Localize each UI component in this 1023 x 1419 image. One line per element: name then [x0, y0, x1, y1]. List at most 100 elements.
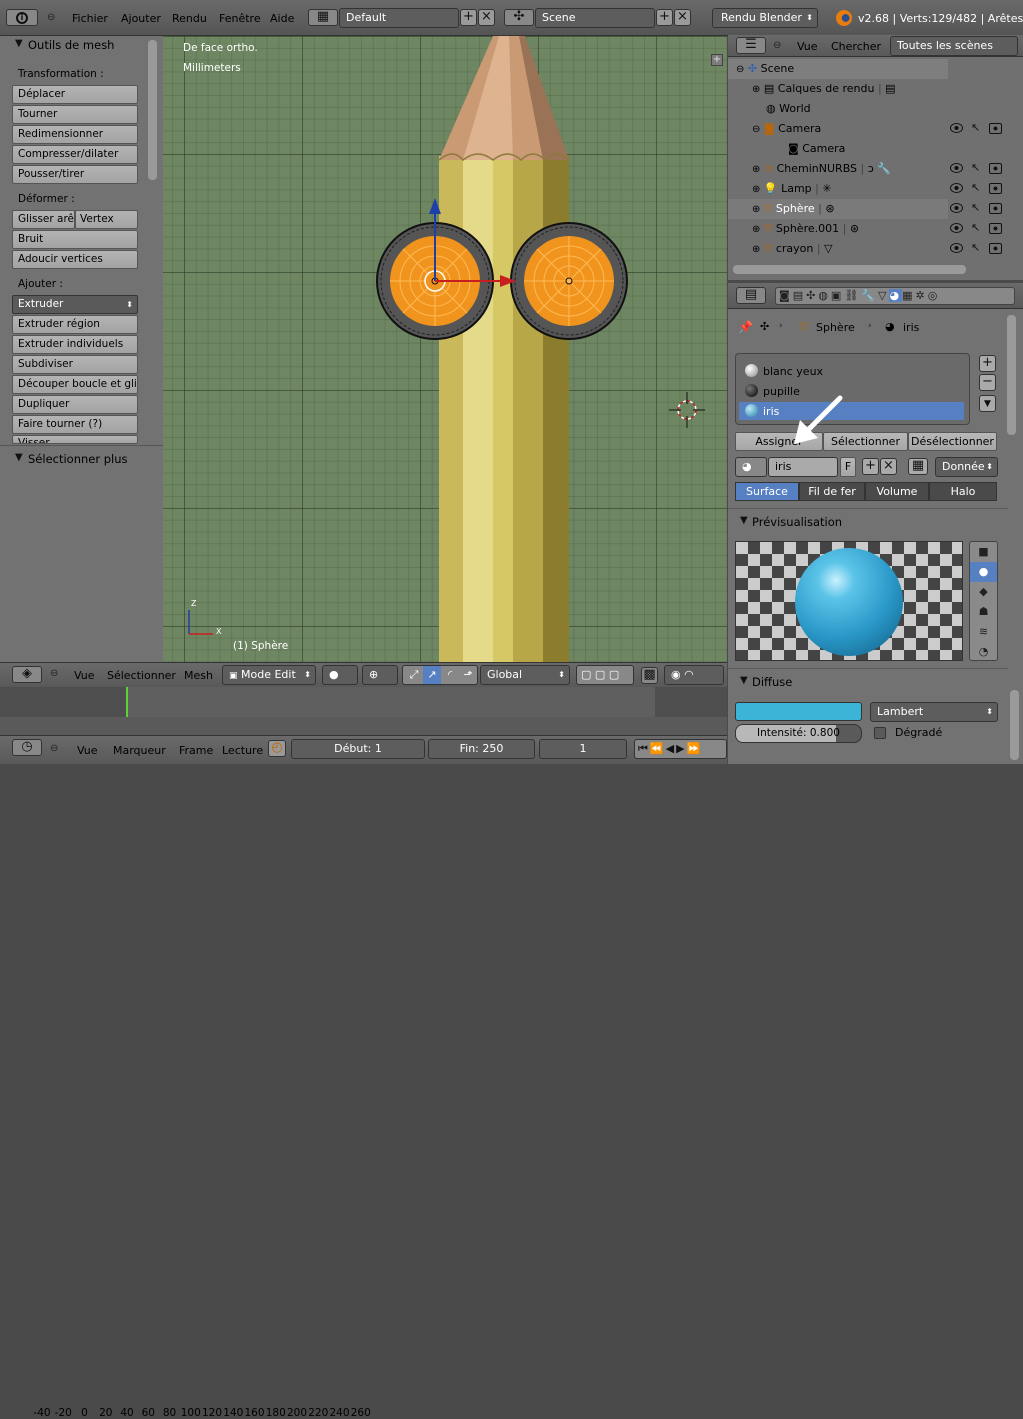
expand-triangle-icon[interactable]: ▼: [15, 452, 23, 463]
mode-select[interactable]: ▣ Mode Edit ⬍: [222, 665, 316, 685]
selectable-arrow-icon[interactable]: ↖: [971, 161, 980, 174]
outliner-row-render-layers[interactable]: ⊕ ▤ Calques de rendu | ▤: [752, 79, 1023, 99]
timeline[interactable]: -40 -20 0 20 40 60 80 100 120 140 160 180 200 220 240 2…: [0, 687, 727, 1419]
editor-type-timeline-button[interactable]: ◷: [12, 739, 42, 756]
noise-button[interactable]: Bruit: [12, 230, 138, 249]
collapse-menu-icon[interactable]: ⊖: [50, 743, 58, 754]
properties-context-tabs[interactable]: ◙▤✣◍▣⛓🔧▽◕▦✲◎: [775, 287, 1015, 305]
proportional-edit-select[interactable]: ◉ ◠: [664, 665, 724, 685]
renderable-camera-icon[interactable]: [989, 123, 1002, 134]
tab-surface[interactable]: Surface: [735, 482, 799, 501]
play-icon[interactable]: ▶: [676, 742, 686, 755]
expand-triangle-icon[interactable]: ▼: [740, 515, 748, 526]
occlude-geometry-button[interactable]: ▩: [641, 667, 658, 684]
extrude-region-button[interactable]: Extruder région: [12, 315, 138, 334]
collapse-menu-icon[interactable]: ⊖: [50, 668, 58, 679]
outliner-row-lamp[interactable]: ⊕ 💡 Lamp | ✳: [752, 179, 1023, 199]
vertex-select-icon[interactable]: ▢: [581, 668, 591, 681]
visibility-eye-icon[interactable]: [950, 223, 963, 233]
selectable-arrow-icon[interactable]: ↖: [971, 121, 980, 134]
remove-layout-button[interactable]: ×: [478, 9, 495, 26]
ramp-checkbox[interactable]: [874, 727, 886, 739]
scene-selector-button[interactable]: ✣: [504, 9, 534, 26]
expand-icon[interactable]: ⊕: [752, 164, 760, 175]
translate-button[interactable]: Déplacer: [12, 85, 138, 104]
render-engine-select[interactable]: Rendu Blender ⬍: [712, 8, 818, 28]
collapse-icon[interactable]: ⊖: [752, 124, 760, 135]
unlink-material-button[interactable]: ×: [880, 458, 897, 475]
constraints-tab-icon[interactable]: ⛓: [844, 289, 861, 302]
node-material-button[interactable]: ▦: [908, 458, 928, 475]
expand-icon[interactable]: ⊕: [752, 204, 760, 215]
spin-button[interactable]: Faire tourner (?): [12, 415, 138, 434]
collapse-icon[interactable]: ⊖: [736, 64, 744, 75]
prev-key-icon[interactable]: ⏪: [650, 742, 666, 755]
scene-tab-icon[interactable]: ✣: [806, 289, 818, 302]
new-material-button[interactable]: +: [862, 458, 879, 475]
menu-rendu[interactable]: Rendu: [172, 12, 207, 25]
diffuse-shader-select[interactable]: Lambert ⬍: [870, 702, 998, 722]
visibility-eye-icon[interactable]: [950, 203, 963, 213]
play-reverse-icon[interactable]: ◀: [666, 742, 676, 755]
pin-icon[interactable]: 📌: [738, 320, 753, 334]
remove-scene-button[interactable]: ×: [674, 9, 691, 26]
material-specials-button[interactable]: ▼: [979, 395, 996, 412]
rotate-button[interactable]: Tourner: [12, 105, 138, 124]
expand-icon[interactable]: ⊕: [752, 184, 760, 195]
menu-frame[interactable]: Frame: [179, 744, 213, 757]
menu-ajouter[interactable]: Ajouter: [121, 12, 161, 25]
extrude-individual-button[interactable]: Extruder individuels: [12, 335, 138, 354]
preview-monkey-icon[interactable]: ☗: [970, 602, 997, 622]
renderable-camera-icon[interactable]: [989, 223, 1002, 234]
menu-outliner-vue[interactable]: Vue: [797, 40, 818, 53]
fake-user-button[interactable]: F: [840, 457, 856, 477]
edge-slide-button[interactable]: Glisser arê: [12, 210, 75, 229]
resize-button[interactable]: Redimensionner: [12, 125, 138, 144]
renderable-camera-icon[interactable]: [989, 183, 1002, 194]
modifiers-tab-icon[interactable]: 🔧: [861, 289, 878, 302]
add-layout-button[interactable]: +: [460, 9, 477, 26]
orientation-select[interactable]: Global ⬍: [480, 665, 570, 685]
renderable-camera-icon[interactable]: [989, 203, 1002, 214]
translate-manipulator-icon[interactable]: ↗: [423, 666, 441, 684]
pivot-select[interactable]: ⊕: [362, 665, 398, 685]
3d-viewport[interactable]: De face ortho. Millimeters (1) Sphère Z …: [163, 36, 727, 662]
selectable-arrow-icon[interactable]: ↖: [971, 221, 980, 234]
outliner-row-camera-data[interactable]: ◙ Camera: [788, 139, 1023, 159]
deselect-button[interactable]: Désélectionner: [908, 432, 997, 451]
current-frame-indicator[interactable]: [126, 687, 128, 717]
menu-mesh[interactable]: Mesh: [184, 669, 213, 682]
preview-hair-icon[interactable]: ≋: [970, 622, 997, 642]
vertex-slide-button[interactable]: Vertex: [75, 210, 138, 229]
menu-chercher[interactable]: Chercher: [831, 40, 881, 53]
add-material-slot-button[interactable]: +: [979, 355, 996, 372]
texture-tab-icon[interactable]: ▦: [902, 289, 915, 302]
diffuse-color-swatch[interactable]: [735, 702, 862, 721]
smooth-vertices-button[interactable]: Adoucir vertices: [12, 250, 138, 269]
properties-toggle-plus-icon[interactable]: +: [711, 54, 723, 66]
visibility-eye-icon[interactable]: [950, 243, 963, 253]
scene-name-field[interactable]: Scene: [535, 8, 655, 28]
preview-sphere-icon[interactable]: ●: [970, 562, 997, 582]
outliner-filter-select[interactable]: Toutes les scènes: [890, 36, 1018, 56]
collapse-menu-icon[interactable]: ⊖: [47, 12, 55, 23]
render-layers-tab-icon[interactable]: ▤: [793, 289, 806, 302]
editor-type-properties-button[interactable]: ▤: [736, 287, 766, 304]
menu-selectionner[interactable]: Sélectionner: [107, 669, 176, 682]
outliner-row-crayon[interactable]: ⊕ ▽ crayon | ▽: [752, 239, 1023, 259]
preview-cube-icon[interactable]: ◆: [970, 582, 997, 602]
object-tab-icon[interactable]: ▣: [831, 289, 844, 302]
face-select-icon[interactable]: ▢: [609, 668, 619, 681]
selectable-arrow-icon[interactable]: ↖: [971, 201, 980, 214]
expand-icon[interactable]: ⊕: [752, 224, 760, 235]
manipulator-buttons[interactable]: ⤢ ↗ ◜ ⬏: [402, 665, 478, 685]
editor-type-info-button[interactable]: i: [6, 9, 38, 26]
menu-fichier[interactable]: Fichier: [72, 12, 108, 25]
tab-wire[interactable]: Fil de fer: [799, 482, 865, 501]
material-tab-icon[interactable]: ◕: [889, 289, 903, 302]
intensity-slider[interactable]: Intensité: 0.800: [735, 724, 862, 743]
properties-scrollbar[interactable]: [1007, 315, 1016, 435]
menu-aide[interactable]: Aide: [270, 12, 294, 25]
selectable-arrow-icon[interactable]: ↖: [971, 241, 980, 254]
add-scene-button[interactable]: +: [656, 9, 673, 26]
